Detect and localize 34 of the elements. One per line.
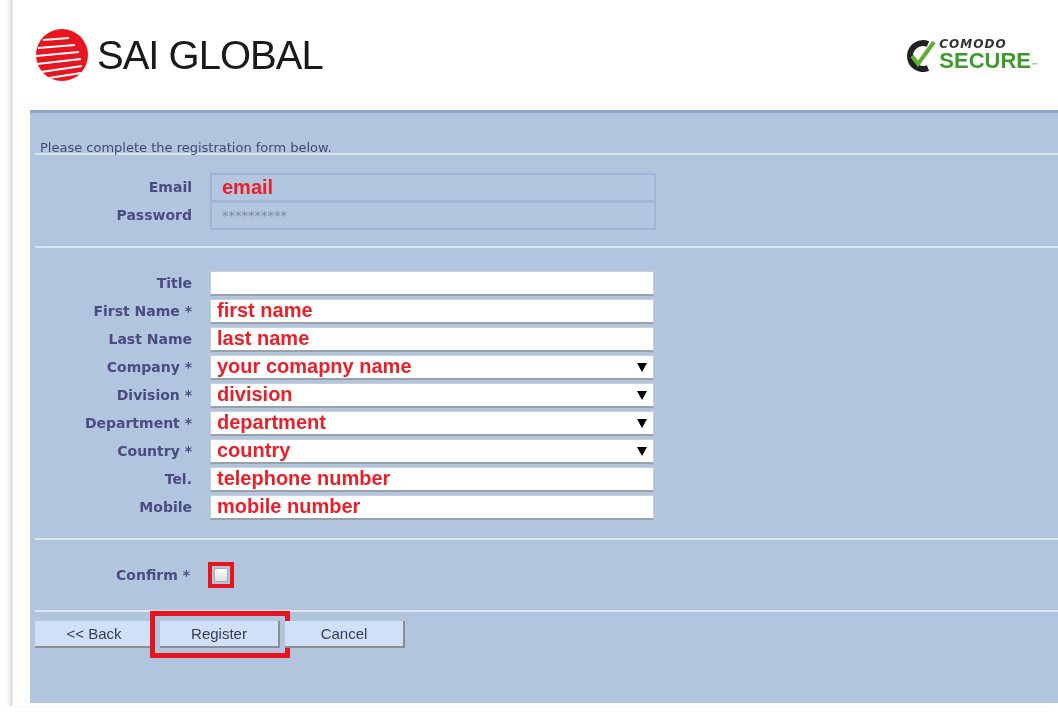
dropdown[interactable]: division: [210, 382, 654, 408]
checkmark-logo-icon: [906, 38, 937, 72]
dropdown[interactable]: department: [210, 410, 654, 436]
field-label: Division *: [115, 387, 193, 403]
form-button[interactable]: Cancel: [285, 621, 405, 648]
input-field[interactable]: email: [210, 172, 656, 202]
caret-icon: [637, 445, 647, 456]
input-field[interactable]: last name: [210, 326, 654, 352]
field-label: Last Name: [107, 331, 193, 347]
dropdown[interactable]: your comapny name: [210, 354, 654, 380]
field-label: First Name *: [92, 303, 193, 319]
input-field[interactable]: first name: [210, 298, 654, 324]
field-label: Tel.: [163, 471, 193, 487]
brand-name: SAI GLOBAL: [97, 32, 323, 78]
caret-icon: [637, 389, 647, 400]
field-label: Email: [147, 179, 193, 195]
field-label: Password: [115, 207, 193, 223]
input-field[interactable]: telephone number: [210, 466, 654, 492]
intro-text: Please complete the registration form below.: [39, 139, 333, 153]
field-label: Department *: [83, 415, 193, 431]
caret-icon: [637, 361, 647, 372]
caret-icon: [637, 417, 647, 428]
sphere-logo-icon: [35, 28, 89, 82]
field-label: Mobile: [138, 499, 193, 515]
field-label: Country *: [116, 443, 193, 459]
input-field[interactable]: mobile number: [210, 494, 654, 520]
field-label: Company *: [105, 359, 193, 375]
badge-caption: COMODO: [939, 38, 1008, 50]
input-field[interactable]: [210, 270, 654, 296]
field-label: Title: [155, 275, 193, 291]
checkbox[interactable]: [214, 568, 228, 582]
field-label: Confirm *: [115, 567, 191, 583]
badge-title: SECURE: [939, 48, 1031, 73]
dropdown[interactable]: country: [210, 438, 654, 464]
